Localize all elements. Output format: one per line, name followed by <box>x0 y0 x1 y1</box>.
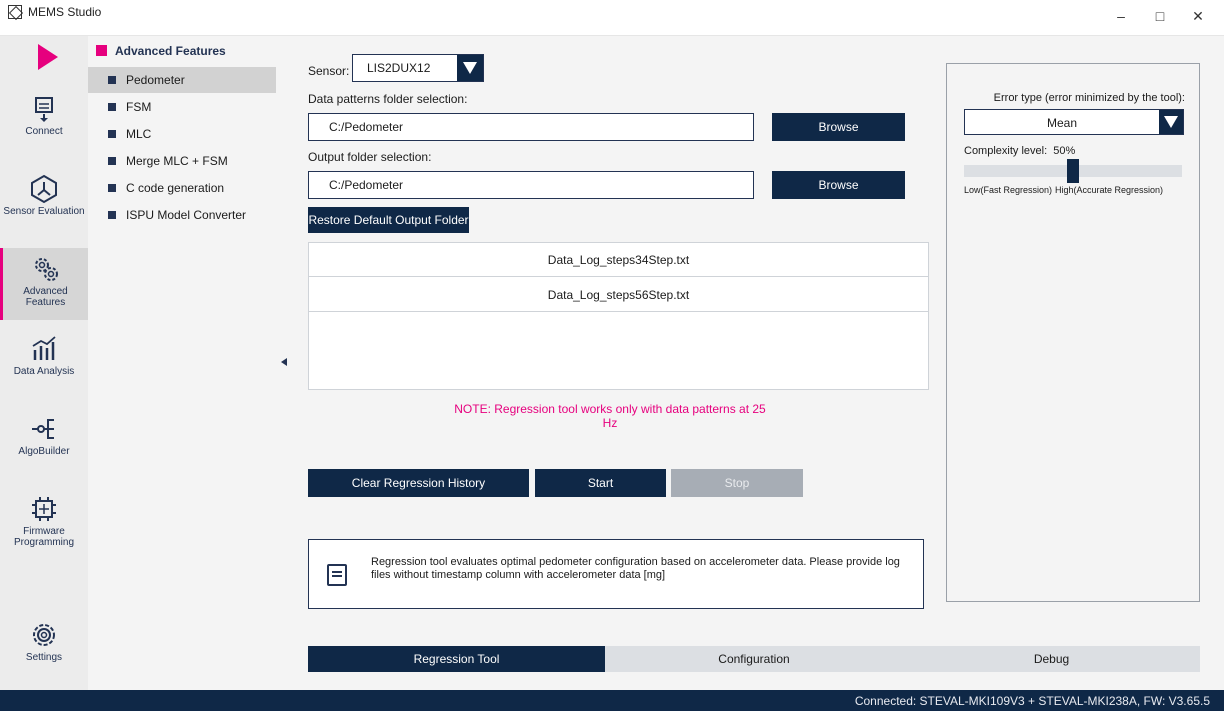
error-type-label: Error type (error minimized by the tool)… <box>993 92 1185 104</box>
rail-item-firmware-programming[interactable]: Firmware Programming <box>0 488 88 560</box>
error-type-select[interactable]: Mean <box>964 109 1184 135</box>
submenu-heading-text: Advanced Features <box>115 44 226 58</box>
output-folder-label: Output folder selection: <box>308 150 432 164</box>
complexity-value: 50% <box>1053 145 1076 157</box>
tab-debug[interactable]: Debug <box>903 646 1200 672</box>
submenu-item-mlc[interactable]: MLC <box>88 121 276 147</box>
connect-icon <box>35 97 53 122</box>
clear-regression-history-button[interactable]: Clear Regression History <box>308 469 529 497</box>
status-bar: Connected: STEVAL-MKI109V3 + STEVAL-MKI2… <box>0 690 1224 711</box>
collapse-panel-icon[interactable] <box>281 358 287 366</box>
list-item[interactable]: Data_Log_steps34Step.txt <box>309 243 928 277</box>
bullet-icon <box>108 184 116 192</box>
rail-item-connect[interactable]: Connect <box>0 88 88 160</box>
submenu-item-ispu-model-converter[interactable]: ISPU Model Converter <box>88 202 276 228</box>
submenu-item-label: Merge MLC + FSM <box>126 154 228 168</box>
slider-high-label: High(Accurate Regression) <box>1055 185 1164 195</box>
restore-default-output-folder-button[interactable]: Restore Default Output Folder <box>308 207 469 233</box>
rail-item-data-analysis[interactable]: Data Analysis <box>0 328 88 400</box>
submenu-heading: Advanced Features <box>96 44 226 60</box>
list-item[interactable]: Data_Log_steps56Step.txt <box>309 278 928 312</box>
regression-tool-panel: Sensor: LIS2DUX12 Data patterns folder s… <box>290 36 1224 690</box>
sensor-select[interactable]: LIS2DUX12 <box>352 54 484 82</box>
minimize-button[interactable]: – <box>1106 6 1136 26</box>
submenu-item-label: C code generation <box>126 181 225 195</box>
browse-data-patterns-button[interactable]: Browse <box>772 113 905 141</box>
slider-low-label: Low(Fast Regression) <box>964 185 1053 195</box>
chevron-down-icon <box>463 62 477 74</box>
submenu-item-merge-mlc-fsm[interactable]: Merge MLC + FSM <box>88 148 276 174</box>
rail-item-advanced-features[interactable]: Advanced Features <box>0 248 88 320</box>
data-patterns-path-field[interactable]: C:/Pedometer <box>308 113 754 141</box>
app-logo-icon <box>8 5 22 19</box>
submenu-item-pedometer[interactable]: Pedometer <box>88 67 276 93</box>
bullet-icon <box>108 76 116 84</box>
heading-marker-icon <box>96 45 107 56</box>
rail-label-advanced-features: Advanced Features <box>23 286 68 308</box>
window-title: MEMS Studio <box>28 5 102 19</box>
algobuilder-icon <box>32 419 54 439</box>
submenu-item-label: FSM <box>126 100 152 114</box>
maximize-button[interactable]: □ <box>1145 6 1175 26</box>
output-folder-path-field[interactable]: C:/Pedometer <box>308 171 754 199</box>
regression-settings-panel: Error type (error minimized by the tool)… <box>946 63 1200 602</box>
data-patterns-label: Data patterns folder selection: <box>308 92 468 106</box>
submenu-item-label: Pedometer <box>126 73 185 87</box>
start-button[interactable]: Start <box>535 469 666 497</box>
info-text: Regression tool evaluates optimal pedome… <box>371 556 900 581</box>
sensor-label: Sensor: <box>308 64 350 78</box>
rail-item-algobuilder[interactable]: AlgoBuilder <box>0 408 88 480</box>
play-icon[interactable] <box>38 44 58 70</box>
submenu-item-c-code-generation[interactable]: C code generation <box>88 175 276 201</box>
file-list: Data_Log_steps34Step.txt Data_Log_steps5… <box>308 242 929 390</box>
tab-configuration[interactable]: Configuration <box>605 646 903 672</box>
rail-label-connect: Connect <box>25 126 63 137</box>
complexity-slider[interactable] <box>964 159 1182 183</box>
advanced-features-menu: Advanced Features Pedometer FSM MLC Merg… <box>88 36 290 690</box>
advanced-features-icon <box>34 258 58 281</box>
submenu-item-label: ISPU Model Converter <box>126 208 247 222</box>
rail-label-data-analysis: Data Analysis <box>13 366 75 377</box>
bullet-icon <box>108 211 116 219</box>
sampling-rate-note: NOTE: Regression tool works only with da… <box>454 402 766 430</box>
note-icon <box>327 564 347 586</box>
browse-output-folder-button[interactable]: Browse <box>772 171 905 199</box>
rail-label-sensor-evaluation: Sensor Evaluation <box>3 206 85 217</box>
rail-item-sensor-evaluation[interactable]: Sensor Evaluation <box>0 168 88 240</box>
info-box: Regression tool evaluates optimal pedome… <box>308 539 924 609</box>
title-bar: MEMS Studio – □ ✕ <box>0 0 1224 36</box>
navigation-rail: Connect Sensor Evaluation Advanced Featu… <box>0 36 88 690</box>
data-analysis-icon <box>32 336 56 360</box>
bullet-icon <box>108 157 116 165</box>
error-type-value: Mean <box>1046 116 1078 130</box>
bullet-icon <box>108 103 116 111</box>
sensor-dropdown-button[interactable] <box>457 55 483 81</box>
sensor-evaluation-icon <box>31 174 57 204</box>
connection-status: Connected: STEVAL-MKI109V3 + STEVAL-MKI2… <box>854 694 1210 708</box>
chevron-down-icon <box>1164 116 1178 128</box>
bullet-icon <box>108 130 116 138</box>
rail-label-algobuilder: AlgoBuilder <box>18 446 70 457</box>
close-button[interactable]: ✕ <box>1183 6 1213 26</box>
error-type-dropdown-button[interactable] <box>1159 110 1183 134</box>
sensor-value: LIS2DUX12 <box>367 61 431 75</box>
submenu-item-label: MLC <box>126 127 152 141</box>
slider-thumb[interactable] <box>1067 159 1079 183</box>
stop-button[interactable]: Stop <box>671 469 803 497</box>
rail-item-settings[interactable]: Settings <box>0 614 88 686</box>
complexity-label: Complexity level: <box>964 145 1048 157</box>
rail-label-firmware-programming: Firmware Programming <box>13 526 75 548</box>
submenu-item-fsm[interactable]: FSM <box>88 94 276 120</box>
firmware-programming-icon <box>32 497 56 521</box>
complexity-level: Complexity level: 50% <box>964 145 1075 157</box>
rail-label-settings: Settings <box>25 652 63 663</box>
settings-icon <box>33 624 55 646</box>
tab-regression-tool[interactable]: Regression Tool <box>308 646 605 672</box>
